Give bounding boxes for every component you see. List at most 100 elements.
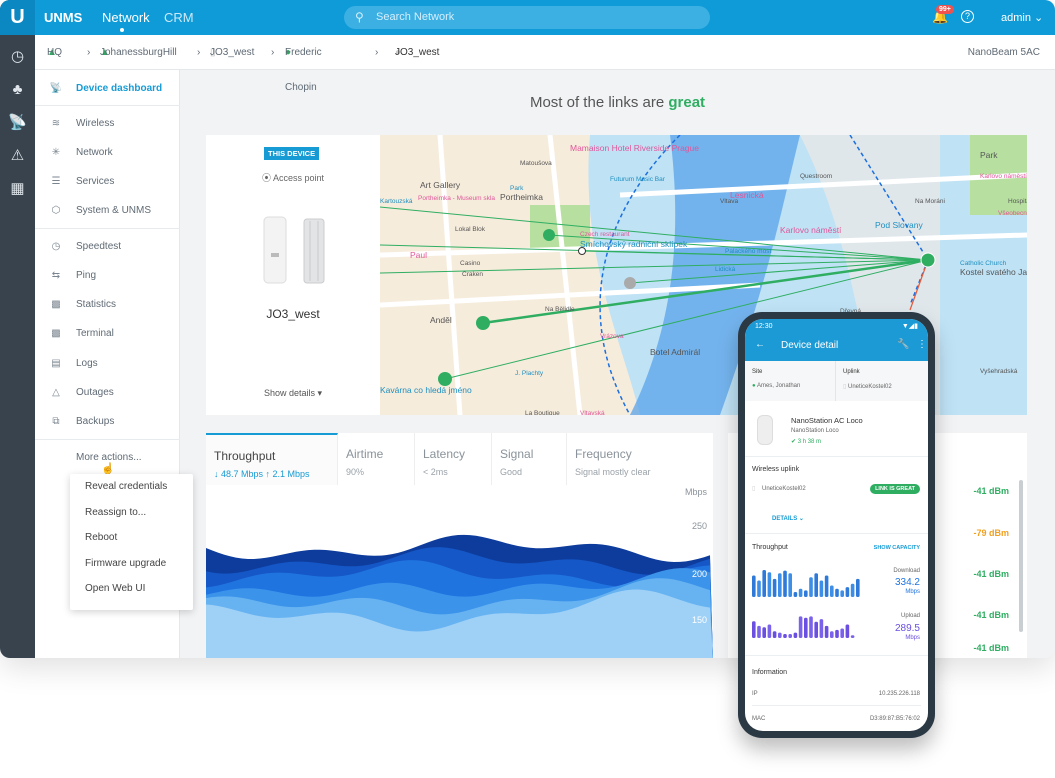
alert-icon[interactable]: ⚠	[0, 139, 35, 172]
bar	[778, 573, 782, 597]
uplink-value[interactable]: ▯ UneticeKostel02	[843, 383, 892, 390]
tab-signal[interactable]: Signal Good	[492, 433, 567, 485]
map-label: Vyšehradská	[980, 368, 1018, 375]
bar	[850, 583, 855, 597]
show-details-label: Show details	[263, 388, 315, 398]
phone-screen: 12:30 ▼◢▮ ← Device detail 🔧 ⋮ Site ● Ames…	[745, 319, 928, 731]
bar	[757, 625, 761, 638]
throughput-card: Throughput ↓ 48.7 Mbps ↑ 2.1 Mbps Airtime…	[206, 433, 713, 658]
bar	[762, 569, 766, 597]
sidebar-item-outages[interactable]: △ Outages	[35, 378, 180, 407]
show-capacity-button[interactable]: SHOW CAPACITY	[874, 545, 920, 551]
chevron-down-icon: ⌄	[1034, 12, 1044, 24]
bar	[793, 592, 798, 597]
details-button[interactable]: DETAILS ⌄	[772, 515, 804, 522]
sidebar-item-ping[interactable]: ⇆ Ping	[35, 261, 180, 290]
map-label: Vrázova	[600, 333, 624, 340]
bar	[778, 632, 782, 638]
crumb-label: HQ	[47, 47, 62, 58]
menu-item-reveal-credentials[interactable]: Reveal credentials	[70, 474, 193, 500]
user-menu[interactable]: admin ⌄	[1001, 11, 1043, 24]
signal-value: -41 dBm	[973, 643, 1009, 653]
menu-item-open-web-ui[interactable]: Open Web UI	[70, 576, 193, 602]
sidebar-item-label: Statistics	[76, 299, 117, 310]
tab-title: Signal	[500, 447, 534, 461]
sidebar-item-network[interactable]: ✳ Network	[35, 138, 180, 167]
wrench-icon[interactable]: 🔧	[897, 339, 909, 350]
y-tick: 150	[691, 615, 707, 625]
bar	[788, 573, 792, 597]
station-marker-offline[interactable]	[624, 277, 636, 289]
notification-badge: 99+	[936, 5, 954, 14]
sidebar-item-system[interactable]: ⬡ System & UNMS	[35, 196, 180, 225]
scrollbar[interactable]	[1019, 480, 1023, 632]
sidebar-item-wireless[interactable]: ≋ Wireless	[35, 109, 180, 138]
arrows-icon: ⇆	[51, 270, 61, 281]
tab-frequency[interactable]: Frequency Signal mostly clear	[567, 433, 713, 485]
search-input[interactable]: ⚲ Search Network	[344, 6, 710, 29]
nav-network[interactable]: Network	[102, 10, 150, 25]
warning-icon: △	[52, 387, 60, 398]
logs-icon: ▤	[51, 358, 61, 369]
tab-airtime[interactable]: Airtime 90%	[338, 433, 415, 485]
menu-item-reassign[interactable]: Reassign to...	[70, 500, 193, 526]
bar	[772, 631, 777, 638]
sidebar-item-speedtest[interactable]: ◷ Speedtest	[35, 232, 180, 261]
sidebar-item-device-dashboard[interactable]: 📡 Device dashboard	[35, 74, 180, 103]
access-point-marker[interactable]	[920, 252, 936, 268]
divider	[35, 228, 180, 229]
bar	[762, 627, 766, 638]
site-value[interactable]: ● Ames, Jonathan	[752, 383, 800, 389]
station-marker[interactable]	[476, 316, 490, 330]
bar	[804, 617, 808, 638]
map-label: Na Moráni	[915, 198, 945, 205]
bar	[824, 575, 829, 597]
ip-label: IP	[752, 691, 758, 697]
sidebar-item-logs[interactable]: ▤ Logs	[35, 349, 180, 378]
devices-icon[interactable]: 📡	[0, 106, 35, 139]
help-icon[interactable]: ?	[961, 10, 974, 23]
sidebar-item-services[interactable]: ☰ Services	[35, 167, 180, 196]
ubiquiti-logo[interactable]: U	[0, 0, 35, 35]
back-arrow-icon[interactable]: ←	[755, 339, 765, 350]
download-value: 334.2	[894, 577, 920, 588]
menu-item-firmware-upgrade[interactable]: Firmware upgrade	[70, 551, 193, 577]
map-label: Paul	[410, 250, 427, 260]
divider	[745, 655, 928, 656]
user-name: admin	[1001, 12, 1031, 24]
cube-icon: ⬡	[51, 205, 61, 216]
search-icon: ⚲	[355, 10, 364, 24]
status-bar: 12:30 ▼◢▮	[745, 319, 928, 333]
device-icon: ▯	[752, 486, 756, 492]
topology-icon[interactable]: ♣	[0, 73, 35, 106]
ip-value: 10.235.226.118	[878, 691, 920, 697]
more-vert-icon[interactable]: ⋮	[917, 339, 927, 350]
bar	[772, 578, 777, 597]
tab-latency[interactable]: Latency < 2ms	[415, 433, 492, 485]
dashboard-icon[interactable]: ◷	[0, 40, 35, 73]
bar	[845, 587, 850, 597]
tab-sub: ↓ 48.7 Mbps ↑ 2.1 Mbps	[214, 469, 310, 479]
reports-icon[interactable]: ▦	[0, 172, 35, 205]
divider	[35, 105, 180, 106]
uplink-name: UneticeKostel02	[847, 384, 892, 390]
station-marker[interactable]	[543, 229, 555, 241]
bar	[809, 577, 813, 597]
section-title: Wireless uplink	[752, 466, 800, 473]
tab-throughput[interactable]: Throughput ↓ 48.7 Mbps ↑ 2.1 Mbps	[206, 433, 338, 485]
show-details-button[interactable]: Show details ▾	[206, 388, 380, 399]
sidebar-item-statistics[interactable]: ▩ Statistics	[35, 290, 180, 319]
menu-item-reboot[interactable]: Reboot	[70, 525, 193, 551]
station-marker[interactable]	[438, 372, 452, 386]
sidebar-item-backups[interactable]: ⧉ Backups	[35, 407, 180, 436]
sidebar-item-label: Logs	[76, 358, 98, 369]
divider	[752, 705, 921, 706]
sidebar-item-terminal[interactable]: ▩ Terminal	[35, 319, 180, 348]
wifi-icon: ≋	[51, 118, 61, 129]
nav-crm[interactable]: CRM	[164, 10, 194, 25]
map-label: J. Plachty	[515, 370, 544, 377]
map-label: Lesnická	[730, 190, 764, 200]
bar	[814, 573, 818, 597]
y-tick: 250	[691, 521, 707, 531]
sidebar-item-label: Wireless	[76, 118, 115, 129]
